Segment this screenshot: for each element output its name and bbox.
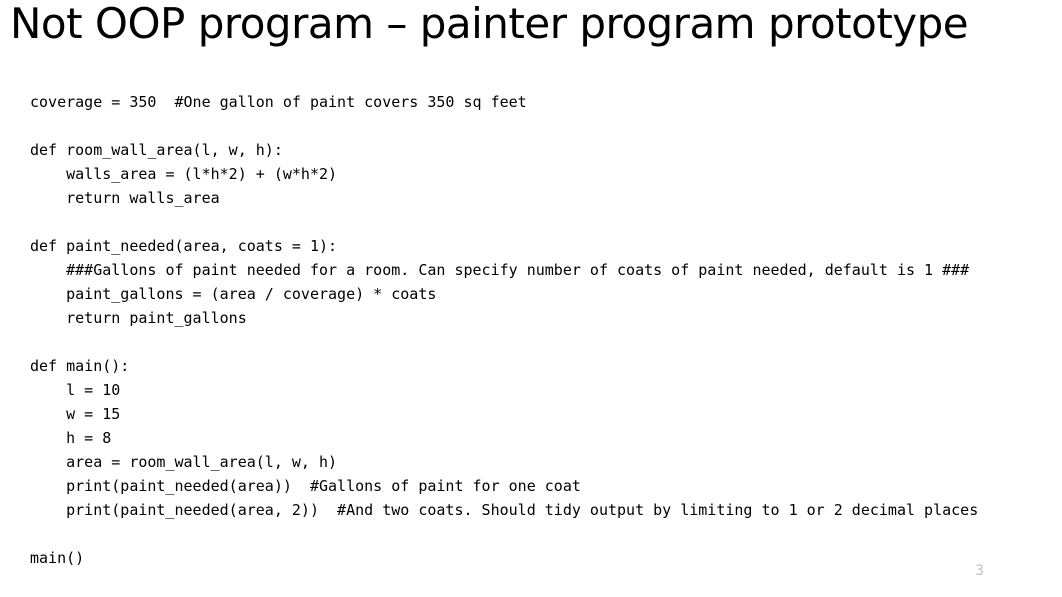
code-block: coverage = 350 #One gallon of paint cove… [30,90,1032,570]
page-number: 3 [975,563,984,579]
slide-title: Not OOP program – painter program protot… [0,0,1062,48]
